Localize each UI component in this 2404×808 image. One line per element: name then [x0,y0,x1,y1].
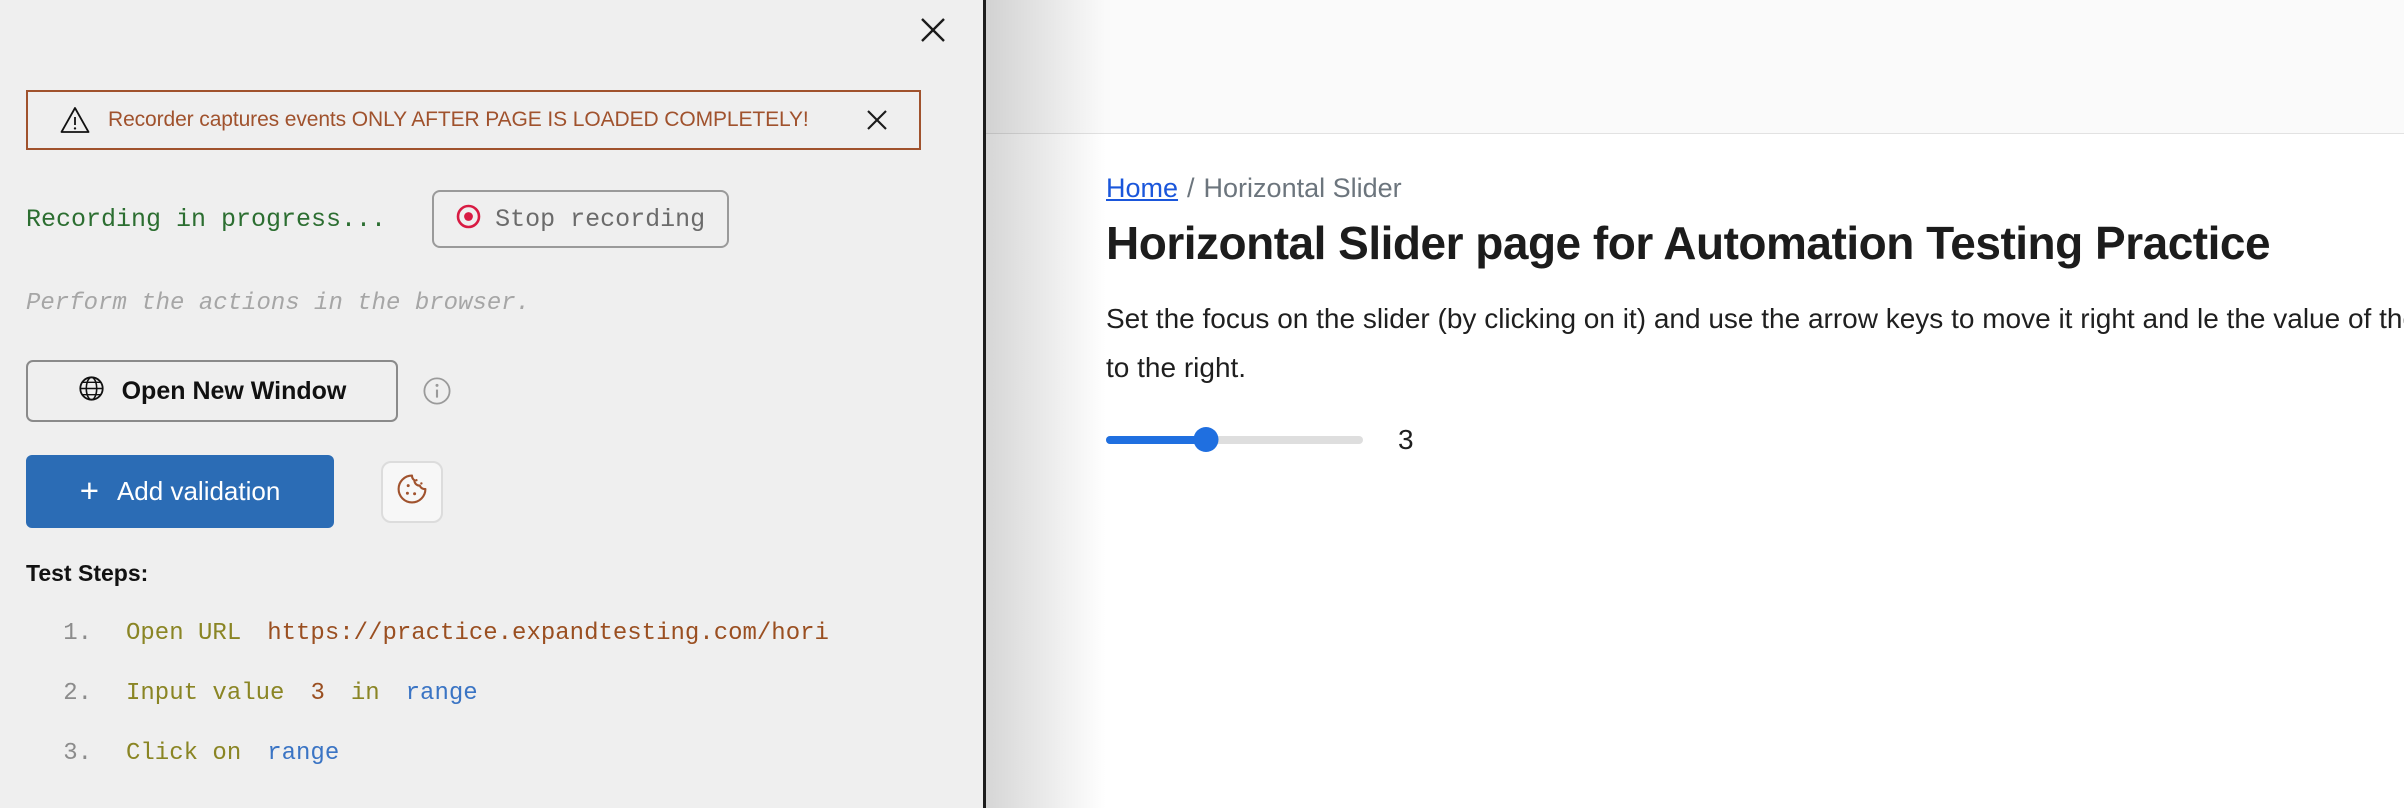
step-target: range [406,680,478,707]
test-step-row[interactable]: 1. Open URL https://practice.expandtesti… [26,620,986,680]
add-validation-label: Add validation [117,476,280,507]
close-icon[interactable] [911,8,955,52]
browser-pane: Home / Horizontal Slider Horizontal Slider… [986,0,2404,808]
test-step-row[interactable]: 3. Click on range [26,740,986,800]
breadcrumb-separator: / [1187,173,1195,203]
stop-recording-label: Stop recording [495,205,705,234]
test-step-row[interactable]: 2. Input value 3 in range [26,680,986,740]
record-stop-icon [456,204,481,234]
step-url-value: https://practice.expandtesting.com/hori [267,620,829,647]
step-action: Input value [126,680,284,707]
browser-toolbar [986,0,2404,134]
step-preposition: in [351,680,380,707]
step-input-value: 3 [310,680,324,707]
breadcrumb-current: Horizontal Slider [1204,173,1402,203]
slider-row: 3 [1106,424,1414,456]
step-target: range [267,740,339,767]
app-screen: Recorder captures events ONLY AFTER PAGE… [0,0,2404,808]
open-new-window-label: Open New Window [122,377,347,406]
breadcrumb-home-link[interactable]: Home [1106,173,1178,203]
recording-status-row: Recording in progress... Stop recording [26,190,729,248]
recording-status-text: Recording in progress... [26,205,386,234]
horizontal-slider[interactable] [1106,435,1363,445]
add-validation-row: + Add validation [26,455,443,528]
test-steps-title: Test Steps: [26,560,148,587]
slider-thumb[interactable] [1194,427,1219,452]
cookie-icon [395,472,429,511]
step-number: 2. [26,680,104,707]
breadcrumb: Home / Horizontal Slider [1106,173,1402,204]
perform-actions-hint: Perform the actions in the browser. [26,290,530,317]
slider-value-label: 3 [1398,424,1414,456]
step-number: 1. [26,620,104,647]
slider-fill [1106,436,1206,444]
recorder-panel: Recorder captures events ONLY AFTER PAGE… [0,0,986,808]
warning-close-icon[interactable] [859,102,895,138]
step-action: Open URL [126,620,241,647]
page-content: Home / Horizontal Slider Horizontal Slider… [1106,134,2404,808]
test-steps-list: 1. Open URL https://practice.expandtesti… [26,620,986,800]
add-validation-button[interactable]: + Add validation [26,455,334,528]
plus-icon: + [80,474,99,507]
stop-recording-button[interactable]: Stop recording [432,190,729,248]
info-circle-icon[interactable] [422,376,452,406]
globe-icon [78,375,105,407]
open-new-window-button[interactable]: Open New Window [26,360,398,422]
warning-text: Recorder captures events ONLY AFTER PAGE… [108,108,859,132]
page-title: Horizontal Slider page for Automation Te… [1106,216,2270,270]
page-description: Set the focus on the slider (by clicking… [1106,294,2404,392]
step-action: Click on [126,740,241,767]
step-number: 3. [26,740,104,767]
warning-triangle-icon [60,106,90,134]
open-window-row: Open New Window [26,360,452,422]
warning-banner: Recorder captures events ONLY AFTER PAGE… [26,90,921,150]
cookie-button[interactable] [381,461,443,523]
